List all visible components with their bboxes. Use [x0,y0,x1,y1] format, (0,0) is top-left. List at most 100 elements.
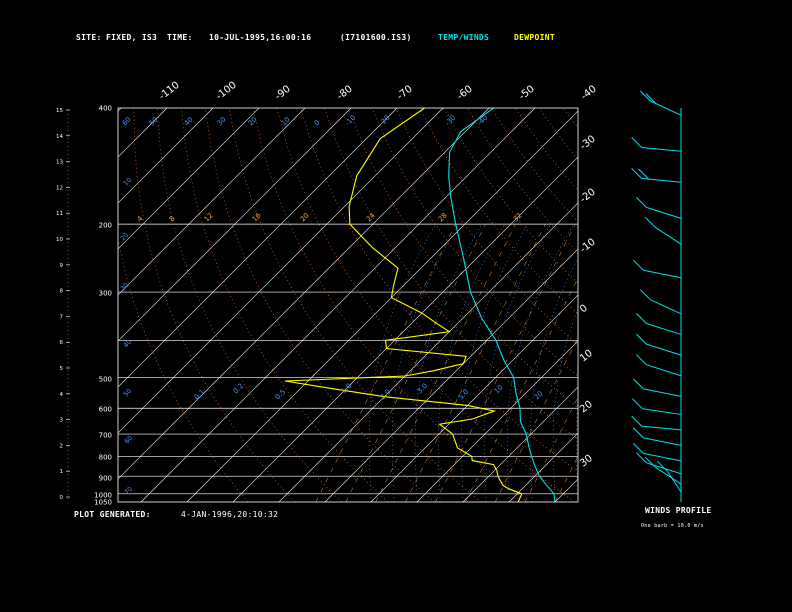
wind-barb-staff [643,388,682,397]
isotherm-line [0,108,75,502]
dry-adiabat-line [300,108,578,473]
dry-adiabat-line [181,108,389,502]
theta-left-label: 40 [122,338,134,350]
pressure-label: 800 [99,454,112,462]
wind-barb-staff [650,299,682,315]
wind-barb-staff [643,452,682,462]
moist-adiabat-line [599,224,666,502]
dry-adiabat-line [205,108,435,502]
pressure-label: 700 [99,432,112,440]
dry-adiabat-label: -30 [444,114,458,128]
wind-barb-flag [631,415,642,427]
wind-barb-flag [644,216,656,228]
mixing-ratio-label: 12 [203,211,215,223]
wind-barb-staff [641,147,682,152]
moist-adiabat-line [506,223,575,502]
moist-adiabat-label: 2.0 [379,388,393,402]
dry-adiabat-label: 0 [313,119,322,128]
wind-barb-flag [631,137,642,148]
mixing-ratio-line [345,224,486,502]
dry-adiabat-line [514,108,578,192]
dry-adiabat-label: 20 [247,115,259,127]
height-km-label: 2 [60,443,64,449]
dry-adiabat-label: -10 [344,114,358,128]
isotherm-line [416,340,578,502]
dry-adiabat-line [562,108,578,129]
isotherm-right-label: 30 [578,453,595,470]
moist-adiabat-label: 0.2 [232,382,246,396]
wind-barb-flag [640,289,651,301]
dry-adiabat-line [276,108,575,502]
height-km-label: 3 [60,418,64,424]
dry-adiabat-line [587,108,792,502]
mixing-ratio-label: 28 [437,211,449,223]
isotherm-right-label: 10 [578,348,595,365]
mixing-ratio-line [554,455,578,502]
wind-barb-staff [643,437,682,446]
isotherm-line [118,108,306,296]
mixing-ratio-line [315,224,456,502]
dry-adiabat-label: 60 [121,115,133,127]
isotherm-line [118,108,214,204]
wind-barb-flag [636,197,647,208]
height-km-label: 5 [60,366,64,372]
dry-adiabat-line [467,108,578,253]
dry-adiabat-label: 10 [280,115,292,127]
isotherm-line [118,108,352,342]
moist-adiabat-label: 0.5 [274,388,288,402]
pressure-label: 400 [99,105,112,113]
theta-left-label: 70 [123,485,135,497]
isotherm-top-label: -70 [395,84,415,103]
dry-adiabat-line [538,108,578,160]
mixing-ratio-label: 20 [299,211,311,223]
temperature-profile-line [448,108,556,502]
wind-barb-flag [636,354,647,366]
isotherm-top-label: -80 [335,84,355,103]
height-km-label: 10 [56,237,63,243]
pressure-label: 900 [99,475,112,483]
height-km-label: 15 [56,108,63,114]
height-km-label: 0 [60,495,64,501]
isotherm-line [554,478,578,502]
height-km-label: 7 [60,314,64,320]
theta-left-label: 10 [122,176,134,188]
theta-left-label: 30 [119,281,131,293]
height-km-label: 9 [60,263,64,269]
wind-barb-flag [636,313,647,324]
height-km-label: 1 [60,469,64,475]
height-km-label: 12 [56,185,63,191]
wind-barb-staff [642,408,682,415]
dry-adiabat-line [348,108,578,409]
height-km-label: 14 [56,134,63,140]
chart-frame [117,107,579,503]
moist-adiabat-line [391,223,460,502]
wind-barb-flag [644,456,656,468]
mixing-ratio-line [494,336,578,502]
mixing-ratio-line [375,224,516,502]
wind-barb-flag [633,427,644,439]
isotherm-top-label: -60 [455,84,475,103]
moist-adiabat-label: 10 [493,383,505,395]
mixing-ratio-label: 8 [168,215,177,224]
moist-adiabat-label: 3.0 [416,382,430,396]
pressure-label: 1050 [94,499,112,507]
isotherm-top-label: -110 [157,80,182,103]
pressure-label: 200 [99,222,112,230]
mixing-ratio-label: 16 [251,211,263,223]
wind-barb-staff [646,206,682,219]
theta-left-label: 20 [119,231,131,243]
height-km-label: 4 [60,392,64,398]
moist-adiabat-line [437,223,506,502]
wind-barb-staff [666,470,682,493]
height-km-label: 8 [60,289,64,295]
moist-adiabat-label: 5.0 [457,388,471,402]
isotherm-top-label: -100 [214,80,239,103]
isotherm-right-label: 0 [578,303,590,316]
wind-barb-flag [636,452,647,464]
wind-barb-flag [633,443,644,454]
isotherm-line [601,108,792,502]
height-km-label: 11 [56,211,63,217]
wind-barb-flag [636,333,647,345]
pressure-label: 300 [99,290,112,298]
isotherm-top-label: -50 [517,84,537,103]
